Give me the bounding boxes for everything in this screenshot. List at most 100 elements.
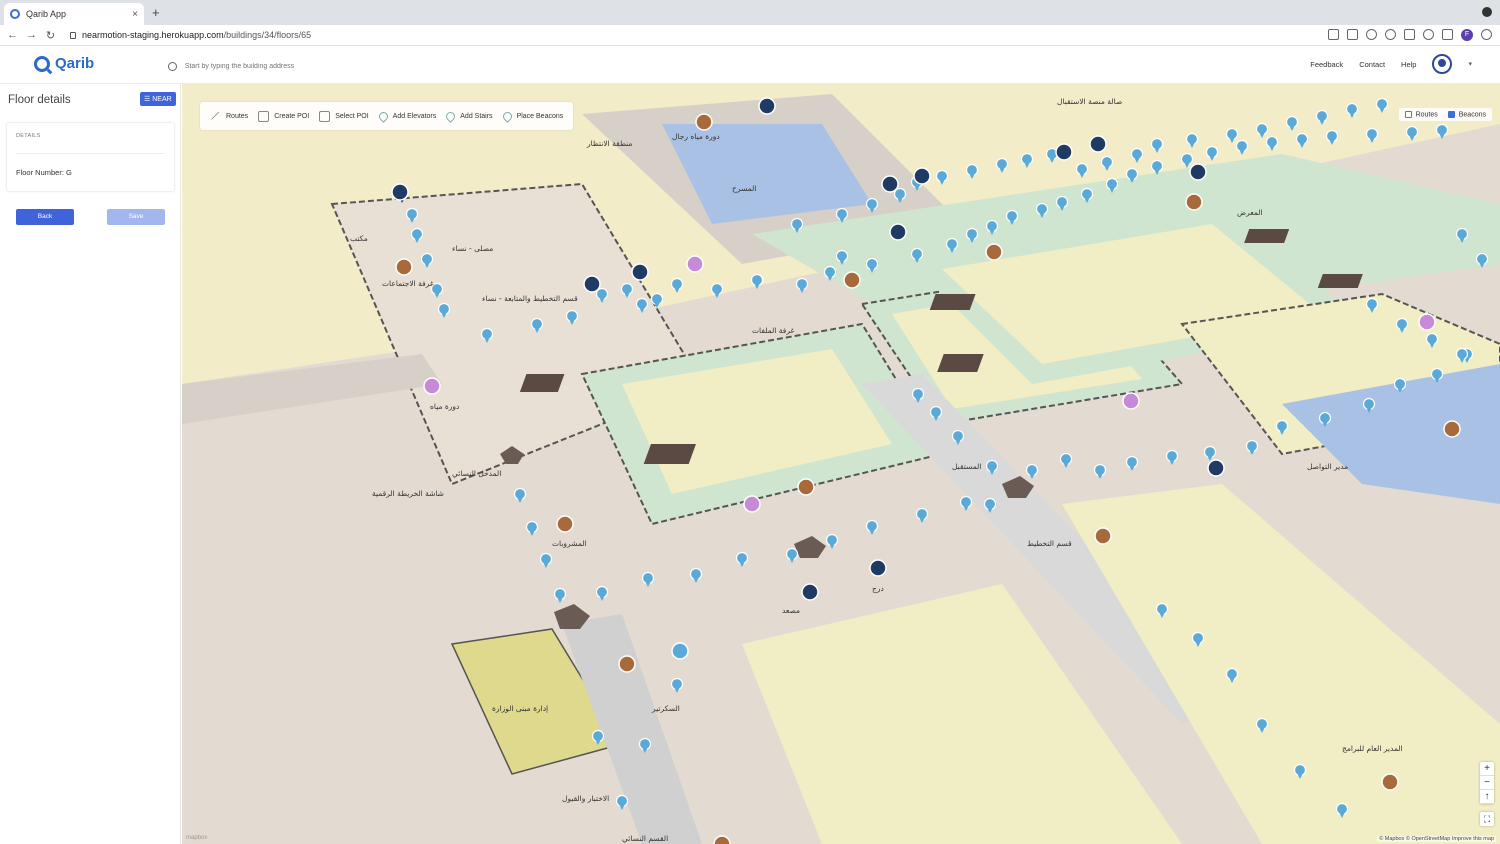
drinks-poi-icon[interactable]: [1381, 773, 1399, 791]
nav-help[interactable]: Help: [1401, 60, 1416, 69]
key-icon[interactable]: [1366, 29, 1377, 40]
qarib-logo[interactable]: Qarib: [34, 55, 94, 72]
beacons-label: Beacons: [1458, 111, 1486, 119]
elevator-poi-icon[interactable]: [869, 559, 887, 577]
map-attribution[interactable]: © Mapbox © OpenStreetMap Improve this ma…: [1377, 836, 1496, 842]
nav-feedback[interactable]: Feedback: [1310, 60, 1343, 69]
elevator-poi-icon[interactable]: [889, 223, 907, 241]
restroom-poi-icon[interactable]: [1122, 392, 1140, 410]
elevator-poi-icon[interactable]: [758, 97, 776, 115]
user-avatar[interactable]: [1432, 54, 1453, 74]
zoom-in-button[interactable]: +: [1480, 762, 1494, 776]
tool-select-poi[interactable]: Select POI: [319, 110, 369, 122]
star-icon[interactable]: [1404, 29, 1415, 40]
new-tab-icon[interactable]: +: [152, 5, 160, 20]
browser-profile-avatar[interactable]: F: [1461, 29, 1473, 41]
tool-place-beacons[interactable]: Place Beacons: [500, 109, 564, 123]
save-button[interactable]: Save: [107, 209, 165, 225]
close-tab-icon[interactable]: ×: [132, 9, 138, 20]
search-icon: [168, 61, 177, 71]
routes-toggle[interactable]: Routes: [1404, 111, 1438, 118]
map-label: شاشة الخريطة الرقمية: [372, 489, 444, 498]
tool-add-stairs[interactable]: Add Stairs: [444, 109, 493, 123]
drinks-poi-icon[interactable]: [1185, 193, 1203, 211]
drinks-poi-icon[interactable]: [1094, 527, 1112, 545]
top-nav: Feedback Contact Help ▾: [1310, 54, 1472, 74]
restroom-poi-icon[interactable]: [1418, 313, 1436, 331]
fullscreen-button[interactable]: ⛶: [1480, 812, 1494, 826]
drinks-poi-icon[interactable]: [395, 258, 413, 276]
elevator-poi-icon[interactable]: [913, 167, 931, 185]
floor-map[interactable]: Routes Create POI Select POI Add Elevato…: [182, 84, 1500, 844]
restroom-poi-icon[interactable]: [743, 495, 761, 513]
zoom-out-button[interactable]: −: [1480, 776, 1494, 790]
elevator-poi-icon[interactable]: [1089, 135, 1107, 153]
marker-tip: [1079, 172, 1085, 178]
zoom-icon[interactable]: [1385, 29, 1396, 40]
select-poi-icon: [319, 110, 331, 122]
map-label: غرفة الملفات: [752, 326, 795, 335]
elevator-poi-icon[interactable]: [1189, 163, 1207, 181]
elevator-poi-icon[interactable]: [391, 183, 409, 201]
drinks-poi-icon[interactable]: [985, 243, 1003, 261]
beacons-toggle[interactable]: Beacons: [1447, 111, 1486, 119]
drinks-poi-icon[interactable]: [1443, 420, 1461, 438]
tab-search-icon[interactable]: [1482, 7, 1492, 17]
elevator-poi-icon[interactable]: [1207, 459, 1225, 477]
marker-tip: [1229, 137, 1235, 143]
restroom-poi-icon[interactable]: [423, 377, 441, 395]
url-field[interactable]: nearmotion-staging.herokuapp.com/buildin…: [70, 30, 311, 40]
nav-contact[interactable]: Contact: [1359, 60, 1385, 69]
browser-extensions: F: [1328, 29, 1492, 41]
elevator-poi-icon[interactable]: [631, 263, 649, 281]
marker-tip: [1189, 142, 1195, 148]
mapbox-logo[interactable]: mapbox: [186, 835, 207, 841]
drinks-poi-icon[interactable]: [556, 515, 574, 533]
beacons-checkbox[interactable]: [1447, 111, 1455, 118]
near-button[interactable]: ☰ NEAR: [140, 92, 176, 106]
browser-tab[interactable]: Qarib App ×: [4, 3, 144, 25]
tool-routes[interactable]: Routes: [210, 111, 248, 121]
floor-plan-canvas[interactable]: [182, 84, 1500, 844]
floor-number: Floor Number: G: [16, 168, 72, 177]
elevator-poi-icon[interactable]: [801, 583, 819, 601]
routes-checkbox[interactable]: [1404, 111, 1412, 118]
marker-tip: [1104, 165, 1110, 171]
map-label: المدير العام للبرامج: [1342, 744, 1403, 753]
tool-create-poi[interactable]: Create POI: [258, 110, 309, 122]
pillar: [929, 294, 976, 310]
reload-icon[interactable]: ↻: [41, 29, 60, 42]
pillar: [519, 374, 565, 392]
back-arrow-icon[interactable]: ←: [3, 29, 22, 41]
compass-button[interactable]: ↑: [1480, 790, 1494, 804]
browser-menu-icon[interactable]: [1481, 29, 1492, 40]
drinks-poi-icon[interactable]: [618, 655, 636, 673]
building-search-input[interactable]: [184, 62, 340, 70]
puzzle-icon[interactable]: [1442, 29, 1453, 40]
drinks-poi-icon[interactable]: [695, 113, 713, 131]
url-path: /buildings/34/floors/65: [223, 30, 312, 40]
drinks-poi-icon[interactable]: [797, 478, 815, 496]
map-label: الاختبار والقبول: [562, 794, 610, 803]
marker-tip: [1369, 137, 1375, 143]
elevator-poi-icon[interactable]: [583, 275, 601, 293]
map-label: قسم التخطيط: [1027, 539, 1072, 548]
details-label: DETAILS: [16, 133, 41, 139]
chevron-down-icon[interactable]: ▾: [1468, 60, 1472, 68]
tool-label: Place Beacons: [516, 112, 564, 120]
qarib-favicon-icon: [10, 9, 20, 19]
map-label: قسم التخطيط والمتابعة - نساء: [482, 294, 578, 303]
cast-icon[interactable]: [1328, 29, 1339, 40]
forward-arrow-icon[interactable]: →: [22, 29, 41, 41]
stairs-pin-icon: [444, 109, 458, 123]
elevator-poi-icon[interactable]: [881, 175, 899, 193]
back-button[interactable]: Back: [16, 209, 74, 225]
extension-gear-icon[interactable]: [1423, 29, 1434, 40]
elevator-poi-icon[interactable]: [1055, 143, 1073, 161]
tool-add-elevators[interactable]: Add Elevators: [376, 109, 436, 123]
elevator-poi-icon[interactable]: [671, 642, 689, 660]
route-icon: [210, 111, 221, 121]
qr-code-icon[interactable]: [1347, 29, 1358, 40]
drinks-poi-icon[interactable]: [843, 271, 861, 289]
restroom-poi-icon[interactable]: [686, 255, 704, 273]
